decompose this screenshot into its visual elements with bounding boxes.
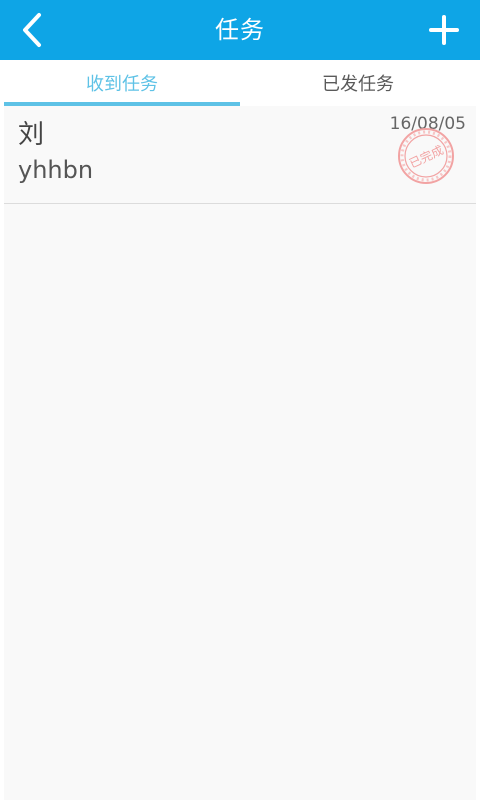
back-button[interactable] [6, 6, 58, 54]
task-list-item[interactable]: 刘 yhhbn 16/08/05 已完成 [4, 106, 476, 204]
plus-icon [429, 15, 459, 45]
chevron-left-icon [23, 13, 41, 47]
tab-sent-label: 已发任务 [322, 74, 394, 95]
stamp-text: 已完成 [407, 142, 446, 171]
right-edge-strip [476, 60, 480, 800]
page-title: 任务 [215, 16, 265, 44]
app-screen: 任务 收到任务 已发任务 刘 yhhbn 16/08/05 已完成 [0, 0, 480, 800]
tab-bar: 收到任务 已发任务 [4, 60, 476, 106]
completed-stamp-icon: 已完成 [398, 128, 454, 184]
add-task-button[interactable] [416, 6, 472, 54]
task-content: yhhbn [18, 156, 94, 184]
tab-received-label: 收到任务 [86, 74, 158, 95]
header-bar: 任务 [0, 0, 480, 60]
tab-sent-tasks[interactable]: 已发任务 [240, 60, 476, 106]
tab-received-tasks[interactable]: 收到任务 [4, 60, 240, 106]
task-sender-name: 刘 [18, 120, 45, 150]
task-list: 刘 yhhbn 16/08/05 已完成 [4, 106, 476, 204]
